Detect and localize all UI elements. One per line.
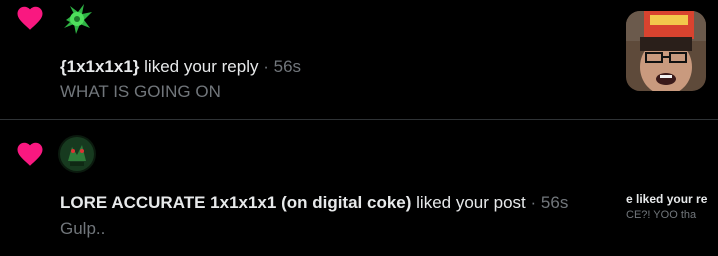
content-preview[interactable]: Gulp.. xyxy=(60,218,105,240)
dark-green-avatar-icon xyxy=(58,135,96,173)
separator-dot: · xyxy=(263,57,269,76)
action-text: liked your reply xyxy=(144,57,259,76)
media-image xyxy=(626,11,706,91)
timestamp: 56s xyxy=(273,57,302,76)
preview-card-line: CE?! YOO tha xyxy=(626,209,697,221)
user-avatar[interactable] xyxy=(58,135,96,173)
reply-media-thumbnail[interactable] xyxy=(626,11,706,91)
notification-item[interactable]: LORE ACCURATE 1x1x1x1 (on digital coke) … xyxy=(0,120,718,256)
heart-icon xyxy=(17,6,43,30)
notification-text: LORE ACCURATE 1x1x1x1 (on digital coke) … xyxy=(60,192,568,214)
separator-dot: · xyxy=(530,193,537,212)
green-splatter-avatar-icon xyxy=(58,0,96,38)
notification-item[interactable]: {1x1x1x1} liked your reply · 56s WHAT IS… xyxy=(0,0,718,119)
post-preview-card[interactable]: e liked your re CE?! YOO tha xyxy=(626,192,708,232)
timestamp: 56s xyxy=(540,193,569,212)
heart-icon xyxy=(17,142,43,166)
user-avatar[interactable] xyxy=(58,0,96,38)
user-name[interactable]: {1x1x1x1} xyxy=(60,57,139,76)
content-preview[interactable]: WHAT IS GOING ON xyxy=(60,81,221,103)
notification-text: {1x1x1x1} liked your reply · 56s xyxy=(60,56,301,78)
user-name[interactable]: LORE ACCURATE 1x1x1x1 (on digital coke) xyxy=(60,193,411,212)
action-text: liked your post xyxy=(416,193,526,212)
preview-card-line: e liked your re xyxy=(626,192,708,206)
